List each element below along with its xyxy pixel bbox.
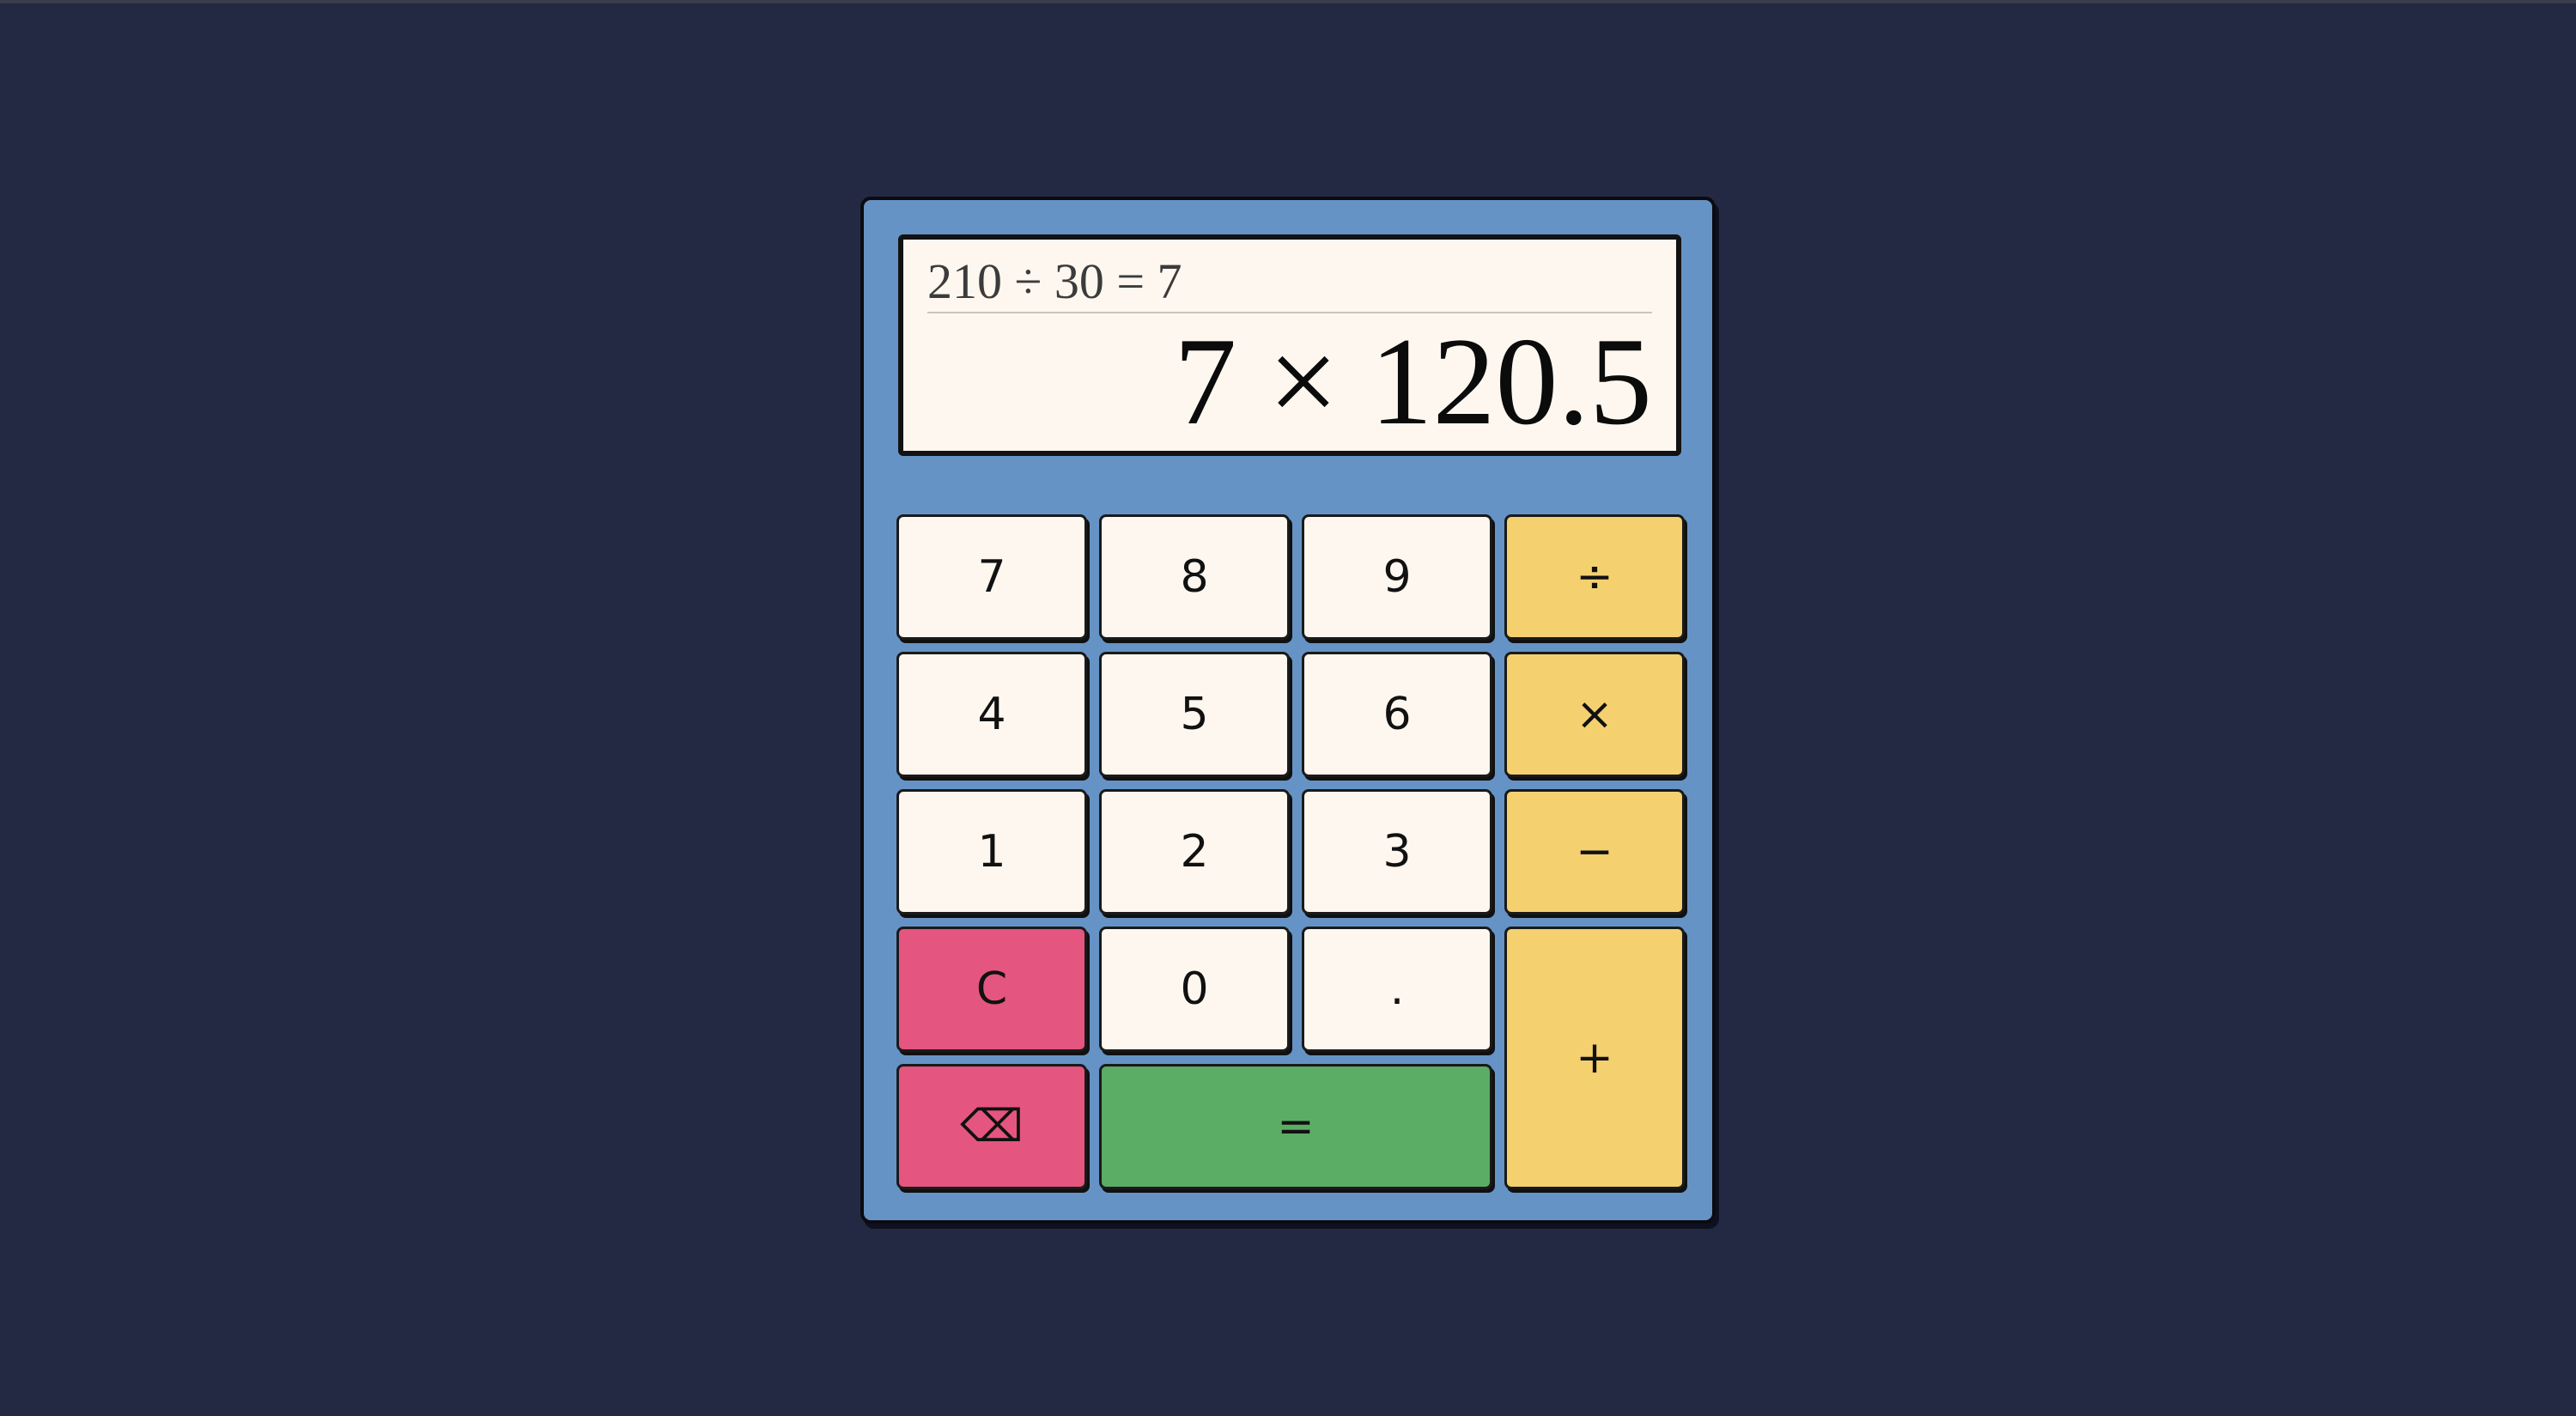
calculator-display: 210 ÷ 30 = 7 7 × 120.5 [898,234,1681,456]
calculator: 210 ÷ 30 = 7 7 × 120.5 7 8 9 ÷ 4 5 6 × 1… [860,197,1716,1224]
subtract-button[interactable]: − [1504,789,1685,915]
equals-button[interactable]: = [1099,1064,1492,1189]
keypad: 7 8 9 ÷ 4 5 6 × 1 2 3 − C 0 . + ⌫ = [896,514,1685,1194]
clear-button[interactable]: C [896,927,1087,1052]
multiply-button[interactable]: × [1504,652,1685,777]
current-expression: 7 × 120.5 [1174,312,1652,451]
top-edge-line [0,0,2576,3]
history-expression: 210 ÷ 30 = 7 [927,252,1652,313]
divide-button[interactable]: ÷ [1504,514,1685,640]
digit-3-button[interactable]: 3 [1302,789,1492,915]
digit-2-button[interactable]: 2 [1099,789,1290,915]
digit-9-button[interactable]: 9 [1302,514,1492,640]
add-button[interactable]: + [1504,927,1685,1189]
digit-4-button[interactable]: 4 [896,652,1087,777]
digit-6-button[interactable]: 6 [1302,652,1492,777]
backspace-button[interactable]: ⌫ [896,1064,1087,1189]
digit-1-button[interactable]: 1 [896,789,1087,915]
digit-0-button[interactable]: 0 [1099,927,1290,1052]
digit-5-button[interactable]: 5 [1099,652,1290,777]
digit-7-button[interactable]: 7 [896,514,1087,640]
decimal-button[interactable]: . [1302,927,1492,1052]
digit-8-button[interactable]: 8 [1099,514,1290,640]
